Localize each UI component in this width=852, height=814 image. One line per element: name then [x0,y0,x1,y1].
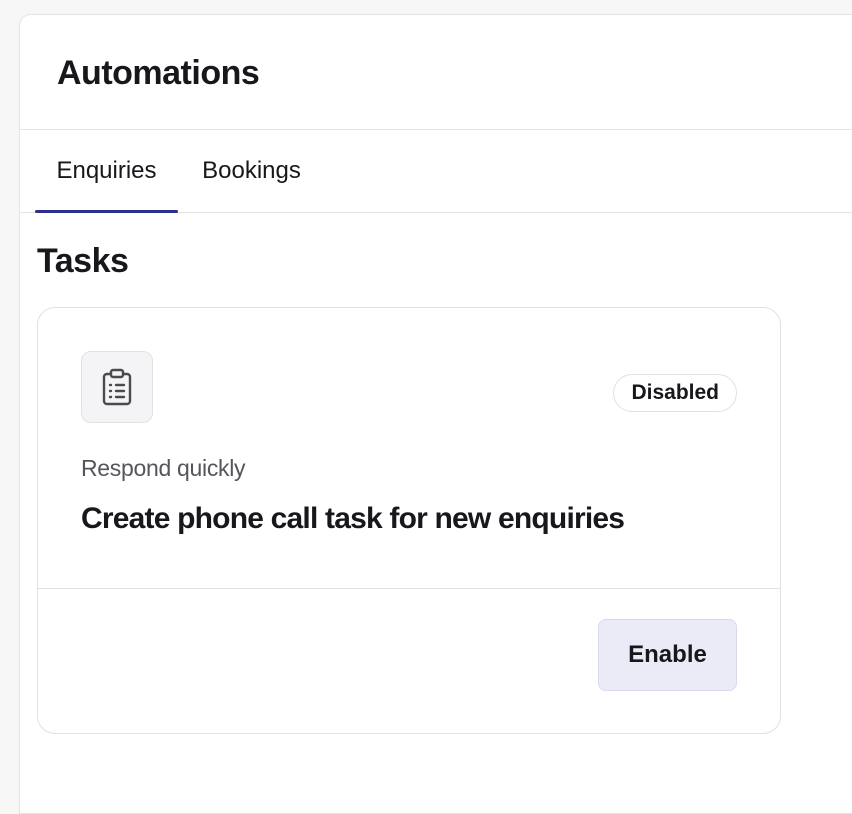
tab-enquiries[interactable]: Enquiries [35,130,178,213]
page-header: Automations [20,15,852,130]
card-body: Disabled Respond quickly Create phone ca… [38,308,780,589]
card-title: Create phone call task for new enquiries [81,502,625,535]
page-title: Automations [57,54,260,92]
tab-bar: Enquiries Bookings [20,130,852,213]
enable-button[interactable]: Enable [598,619,737,691]
section-title-tasks: Tasks [37,242,129,280]
card-subtitle: Respond quickly [81,455,246,481]
automation-card: Disabled Respond quickly Create phone ca… [37,307,781,734]
tab-bookings[interactable]: Bookings [182,130,321,212]
clipboard-list-icon [81,351,153,423]
status-badge: Disabled [613,374,737,412]
